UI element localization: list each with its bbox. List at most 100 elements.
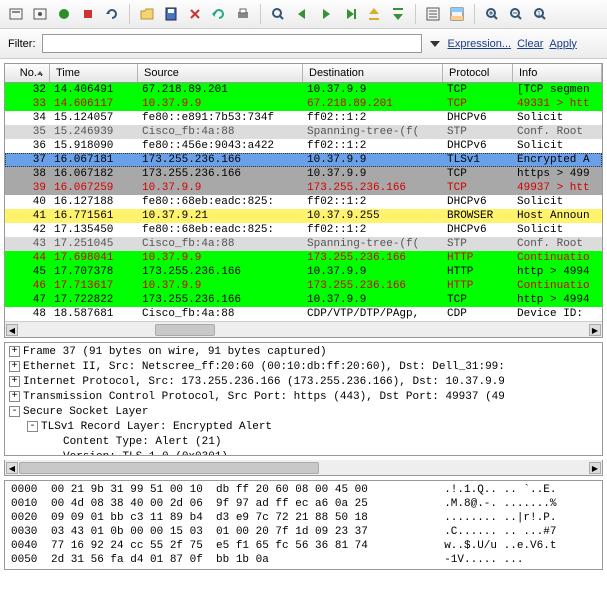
apply-link[interactable]: Apply: [549, 38, 577, 50]
scroll-thumb[interactable]: [19, 462, 319, 474]
clear-link[interactable]: Clear: [517, 38, 543, 50]
prev-icon[interactable]: [292, 4, 312, 24]
next-icon[interactable]: [316, 4, 336, 24]
packet-row[interactable]: 4317.251045Cisco_fb:4a:88Spanning-tree-(…: [5, 237, 602, 251]
packet-cell: 16.067259: [50, 181, 138, 195]
tree-scrollbar[interactable]: ◀ ▶: [4, 460, 603, 476]
details-icon[interactable]: [423, 4, 443, 24]
packet-row[interactable]: 4717.722822173.255.236.16610.37.9.9TCPht…: [5, 293, 602, 307]
options-icon[interactable]: [30, 4, 50, 24]
tree-row[interactable]: Version: TLS 1.0 (0x0301): [63, 450, 598, 456]
tree-row[interactable]: +Frame 37 (91 bytes on wire, 91 bytes ca…: [9, 345, 598, 360]
column-destination[interactable]: Destination: [303, 64, 443, 82]
packet-cell: DHCPv6: [443, 223, 513, 237]
reload-icon[interactable]: [209, 4, 229, 24]
packet-cell: 67.218.89.201: [303, 97, 443, 111]
zoom-out-icon[interactable]: [506, 4, 526, 24]
packet-row[interactable]: 3214.40649167.218.89.20110.37.9.9TCP[TCP…: [5, 83, 602, 97]
stop-capture-icon[interactable]: [78, 4, 98, 24]
toolbar-separator: [260, 4, 261, 24]
start-capture-icon[interactable]: [54, 4, 74, 24]
column-protocol[interactable]: Protocol: [443, 64, 513, 82]
save-icon[interactable]: [161, 4, 181, 24]
last-icon[interactable]: [388, 4, 408, 24]
find-icon[interactable]: [268, 4, 288, 24]
open-icon[interactable]: [137, 4, 157, 24]
packet-row[interactable]: 3716.067181173.255.236.16610.37.9.9TLSv1…: [5, 153, 602, 167]
expand-icon[interactable]: +: [9, 346, 20, 357]
horizontal-scrollbar[interactable]: ◀ ▶: [5, 321, 602, 337]
expand-icon[interactable]: +: [9, 361, 20, 372]
packet-cell: 49331 > htt: [513, 97, 602, 111]
packet-row[interactable]: 3916.06725910.37.9.9173.255.236.166TCP49…: [5, 181, 602, 195]
close-icon[interactable]: [185, 4, 205, 24]
packet-cell: http > 4994: [513, 265, 602, 279]
tree-row[interactable]: +Ethernet II, Src: Netscree_ff:20:60 (00…: [9, 360, 598, 375]
tree-row[interactable]: +Internet Protocol, Src: 173.255.236.166…: [9, 375, 598, 390]
restart-capture-icon[interactable]: [102, 4, 122, 24]
packet-cell: ff02::1:2: [303, 223, 443, 237]
scroll-left-icon[interactable]: ◀: [6, 462, 18, 474]
packet-row[interactable]: 3515.246939Cisco_fb:4a:88Spanning-tree-(…: [5, 125, 602, 139]
tree-row[interactable]: Content Type: Alert (21): [63, 435, 598, 450]
packet-cell: 40: [5, 195, 50, 209]
packet-cell: STP: [443, 237, 513, 251]
column-no[interactable]: No. .: [5, 64, 50, 82]
packet-cell: 14.606117: [50, 97, 138, 111]
expand-icon[interactable]: +: [9, 376, 20, 387]
filter-label: Filter:: [8, 38, 36, 50]
packet-cell: 10.37.9.9: [138, 181, 303, 195]
packet-cell: TCP: [443, 83, 513, 97]
tree-label: Version: TLS 1.0 (0x0301): [63, 451, 228, 456]
interfaces-icon[interactable]: [6, 4, 26, 24]
packet-cell: fe80::e891:7b53:734f: [138, 111, 303, 125]
packet-row[interactable]: 3615.918090fe80::456e:9043:a422ff02::1:2…: [5, 139, 602, 153]
hex-row[interactable]: 001000 4d 08 38 40 00 2d 06 9f 97 ad ff …: [11, 497, 596, 511]
colorize-icon[interactable]: [447, 4, 467, 24]
packet-row[interactable]: 4217.135450fe80::68eb:eadc:825:ff02::1:2…: [5, 223, 602, 237]
scroll-right-icon[interactable]: ▶: [589, 324, 601, 336]
packet-cell: Conf. Root: [513, 237, 602, 251]
packet-row[interactable]: 4517.707378173.255.236.16610.37.9.9HTTPh…: [5, 265, 602, 279]
zoom-in-icon[interactable]: [482, 4, 502, 24]
scroll-right-icon[interactable]: ▶: [589, 462, 601, 474]
column-time[interactable]: Time: [50, 64, 138, 82]
filter-input[interactable]: [42, 34, 422, 53]
expand-icon[interactable]: +: [9, 391, 20, 402]
scroll-thumb[interactable]: [155, 324, 215, 336]
hex-row[interactable]: 00502d 31 56 fa d4 01 87 0f bb 1b 0a -1V…: [11, 553, 596, 567]
packet-row[interactable]: 3816.067182173.255.236.16610.37.9.9TCPht…: [5, 167, 602, 181]
collapse-icon[interactable]: -: [9, 406, 20, 417]
zoom-reset-icon[interactable]: 1: [530, 4, 550, 24]
packet-row[interactable]: 3415.124057fe80::e891:7b53:734fff02::1:2…: [5, 111, 602, 125]
packet-cell: Continuatio: [513, 279, 602, 293]
hex-row[interactable]: 002009 09 01 bb c3 11 89 b4 d3 e9 7c 72 …: [11, 511, 596, 525]
hex-row[interactable]: 004077 16 92 24 cc 55 2f 75 e5 f1 65 fc …: [11, 539, 596, 553]
packet-cell: 41: [5, 209, 50, 223]
filter-dropdown-icon[interactable]: [428, 37, 442, 51]
scroll-left-icon[interactable]: ◀: [6, 324, 18, 336]
packet-row[interactable]: 3314.60611710.37.9.967.218.89.201TCP4933…: [5, 97, 602, 111]
protocol-tree: +Frame 37 (91 bytes on wire, 91 bytes ca…: [4, 342, 603, 456]
packet-row[interactable]: 4016.127188fe80::68eb:eadc:825:ff02::1:2…: [5, 195, 602, 209]
hex-row[interactable]: 003003 43 01 0b 00 00 15 03 01 00 20 7f …: [11, 525, 596, 539]
print-icon[interactable]: [233, 4, 253, 24]
packet-cell: TCP: [443, 293, 513, 307]
packet-row[interactable]: 4818.587681Cisco_fb:4a:88CDP/VTP/DTP/PAg…: [5, 307, 602, 321]
tree-label: Transmission Control Protocol, Src Port:…: [23, 391, 505, 403]
column-info[interactable]: Info: [513, 64, 602, 82]
packet-cell: fe80::456e:9043:a422: [138, 139, 303, 153]
tree-row[interactable]: +Transmission Control Protocol, Src Port…: [9, 390, 598, 405]
packet-row[interactable]: 4116.77156110.37.9.2110.37.9.255BROWSERH…: [5, 209, 602, 223]
collapse-icon[interactable]: -: [27, 421, 38, 432]
tree-label: Frame 37 (91 bytes on wire, 91 bytes cap…: [23, 346, 327, 358]
first-icon[interactable]: [364, 4, 384, 24]
expression-link[interactable]: Expression...: [448, 38, 512, 50]
packet-row[interactable]: 4617.71361710.37.9.9173.255.236.166HTTPC…: [5, 279, 602, 293]
jump-icon[interactable]: [340, 4, 360, 24]
column-source[interactable]: Source: [138, 64, 303, 82]
tree-row[interactable]: -TLSv1 Record Layer: Encrypted Alert: [27, 420, 598, 435]
packet-row[interactable]: 4417.69804110.37.9.9173.255.236.166HTTPC…: [5, 251, 602, 265]
hex-row[interactable]: 000000 21 9b 31 99 51 00 10 db ff 20 60 …: [11, 483, 596, 497]
tree-row[interactable]: -Secure Socket Layer: [9, 405, 598, 420]
